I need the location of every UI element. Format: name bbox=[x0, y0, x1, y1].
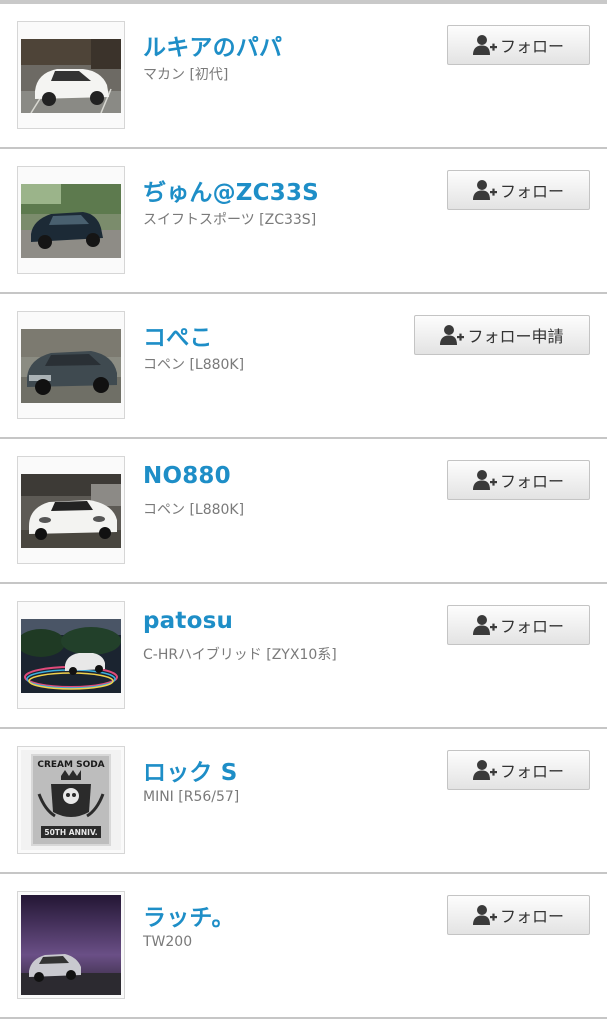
car-model-link[interactable]: コペン [L880K] bbox=[143, 354, 244, 374]
car-model-link[interactable]: MINI [R56/57] bbox=[143, 789, 239, 805]
person-add-icon bbox=[473, 469, 497, 491]
car-thumbnail[interactable] bbox=[17, 456, 125, 564]
user-list-item[interactable]: patosu C-HRハイブリッド [ZYX10系] フォロー bbox=[0, 584, 607, 729]
username-link[interactable]: ロック S bbox=[143, 753, 238, 787]
username-link[interactable]: ぢゅん@ZC33S bbox=[143, 173, 319, 207]
person-add-icon bbox=[473, 179, 497, 201]
car-thumbnail[interactable] bbox=[17, 21, 125, 129]
car-model-link[interactable]: マカン [初代] bbox=[143, 64, 228, 84]
person-add-icon bbox=[473, 34, 497, 56]
badge-text-top: CREAM SODA bbox=[37, 760, 104, 770]
username-link[interactable]: ルキアのパパ bbox=[143, 28, 282, 62]
car-photo bbox=[21, 619, 121, 693]
user-list-item[interactable]: CREAM SODA 50TH ANNIV. ロック S MINI [R56/5… bbox=[0, 729, 607, 874]
car-thumbnail[interactable] bbox=[17, 601, 125, 709]
car-model-link[interactable]: スイフトスポーツ [ZC33S] bbox=[143, 209, 316, 229]
follow-request-button[interactable]: フォロー申請 bbox=[414, 315, 590, 355]
user-list-item[interactable]: ルキアのパパ マカン [初代] フォロー bbox=[0, 4, 607, 149]
username-link[interactable]: NO880 bbox=[143, 463, 231, 489]
car-thumbnail[interactable] bbox=[17, 891, 125, 999]
person-add-icon bbox=[473, 759, 497, 781]
follow-button-label: フォロー bbox=[499, 617, 564, 636]
user-list-item[interactable]: NO880 コペン [L880K] フォロー bbox=[0, 439, 607, 584]
car-photo bbox=[21, 474, 121, 548]
car-model-link[interactable]: TW200 bbox=[143, 934, 192, 950]
car-thumbnail[interactable] bbox=[17, 166, 125, 274]
follow-button-label: フォロー bbox=[499, 907, 564, 926]
follow-button[interactable]: フォロー bbox=[447, 460, 590, 500]
user-list-item[interactable]: ぢゅん@ZC33S スイフトスポーツ [ZC33S] フォロー bbox=[0, 149, 607, 294]
car-model-link[interactable]: コペン [L880K] bbox=[143, 499, 244, 519]
follow-button-label: フォロー bbox=[499, 182, 564, 201]
follow-button[interactable]: フォロー bbox=[447, 170, 590, 210]
person-add-icon bbox=[440, 324, 464, 346]
user-list-item[interactable]: ラッチ。 TW200 フォロー bbox=[0, 874, 607, 1019]
follow-button-label: フォロー申請 bbox=[467, 327, 564, 346]
username-link[interactable]: コぺこ bbox=[143, 318, 213, 352]
person-add-icon bbox=[473, 904, 497, 926]
follow-button[interactable]: フォロー bbox=[447, 605, 590, 645]
car-photo bbox=[21, 39, 121, 113]
car-model-link[interactable]: C-HRハイブリッド [ZYX10系] bbox=[143, 644, 337, 664]
follow-button[interactable]: フォロー bbox=[447, 750, 590, 790]
follow-button[interactable]: フォロー bbox=[447, 25, 590, 65]
car-photo bbox=[21, 184, 121, 258]
follow-button-label: フォロー bbox=[499, 472, 564, 491]
cream-soda-badge-image: CREAM SODA 50TH ANNIV. bbox=[21, 750, 121, 850]
user-list-item[interactable]: コぺこ コペン [L880K] フォロー申請 bbox=[0, 294, 607, 439]
username-link[interactable]: patosu bbox=[143, 608, 233, 634]
username-link[interactable]: ラッチ。 bbox=[143, 898, 235, 932]
follow-button-label: フォロー bbox=[499, 37, 564, 56]
car-thumbnail[interactable]: CREAM SODA 50TH ANNIV. bbox=[17, 746, 125, 854]
follow-button[interactable]: フォロー bbox=[447, 895, 590, 935]
badge-text-bottom: 50TH ANNIV. bbox=[44, 828, 97, 837]
car-photo bbox=[21, 895, 121, 995]
follow-button-label: フォロー bbox=[499, 762, 564, 781]
car-thumbnail[interactable] bbox=[17, 311, 125, 419]
car-photo bbox=[21, 329, 121, 403]
person-add-icon bbox=[473, 614, 497, 636]
